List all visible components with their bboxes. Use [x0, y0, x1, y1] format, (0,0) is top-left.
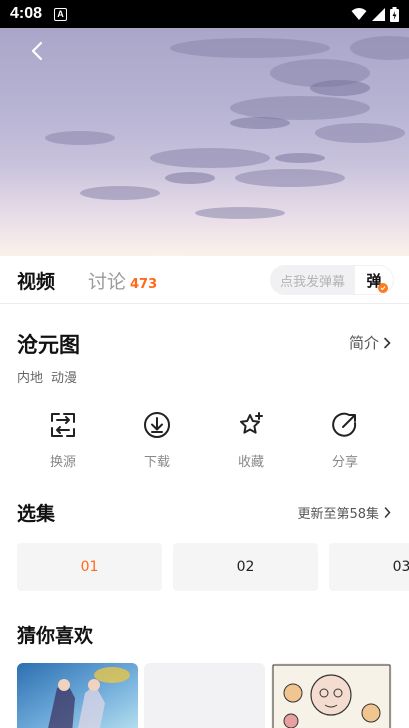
tab-video[interactable]: 视频 [17, 267, 55, 294]
chevron-left-icon [31, 41, 43, 61]
discuss-count-badge: 473 [130, 277, 158, 292]
poster-thumbnail [17, 663, 138, 728]
download-icon [144, 412, 170, 438]
danmu-input[interactable]: 点我发弹幕 [270, 265, 354, 295]
notification-icon: A [54, 7, 68, 21]
video-player[interactable] [0, 28, 409, 256]
poster-thumbnail [271, 663, 392, 728]
recommend-card[interactable] [271, 663, 392, 728]
intro-link[interactable]: 简介 [349, 332, 391, 353]
favorite-button[interactable]: 收藏 [221, 410, 281, 470]
download-label: 下载 [143, 455, 170, 470]
episode-list: 01 02 03 [17, 543, 409, 591]
tag-genre: 动漫 [51, 371, 78, 386]
recommend-list [17, 663, 409, 728]
episodes-update-label: 更新至第58集 [297, 507, 379, 522]
episodes-more-link[interactable]: 更新至第58集 [297, 503, 391, 522]
danmu-toggle-button[interactable]: 弹 [354, 265, 394, 295]
tab-discuss[interactable]: 讨论 [88, 267, 126, 294]
check-icon [377, 282, 388, 293]
status-bar: 4:08 A [0, 0, 409, 28]
download-button[interactable]: 下载 [127, 410, 187, 470]
status-icons [351, 6, 399, 22]
share-button[interactable]: 分享 [315, 410, 375, 470]
chevron-right-icon [384, 507, 391, 518]
switch-source-label: 换源 [49, 455, 76, 470]
signal-icon [372, 7, 385, 21]
episode-item[interactable]: 02 [173, 543, 318, 591]
episodes-title: 选集 [17, 503, 56, 525]
danmu-toggle-label: 弹 [366, 270, 388, 293]
switch-source-button[interactable]: 换源 [33, 410, 93, 470]
episode-item[interactable]: 03 [329, 543, 409, 591]
tag-region: 内地 [17, 371, 44, 386]
intro-label: 简介 [348, 334, 379, 352]
back-button[interactable] [24, 36, 50, 66]
recommend-card[interactable] [144, 663, 265, 728]
switch-source-icon [51, 413, 75, 437]
action-row: 换源 下载 收藏 分享 [0, 410, 409, 472]
recommend-title: 猜你喜欢 [17, 625, 94, 647]
sky-clouds-image [1, 36, 409, 256]
status-time: 4:08 [10, 5, 43, 22]
tab-bar: 视频 讨论 473 点我发弹幕 弹 [0, 256, 409, 304]
chevron-right-icon [384, 337, 391, 348]
episode-item[interactable]: 01 [17, 543, 162, 591]
show-title: 沧元图 [17, 333, 80, 357]
share-label: 分享 [331, 455, 358, 470]
favorite-label: 收藏 [237, 455, 264, 470]
recommend-card[interactable] [17, 663, 138, 728]
share-icon [332, 412, 357, 437]
wifi-icon [351, 8, 367, 20]
star-icon [240, 412, 263, 434]
battery-icon [390, 6, 399, 22]
show-tags: 内地 动漫 [17, 367, 77, 386]
